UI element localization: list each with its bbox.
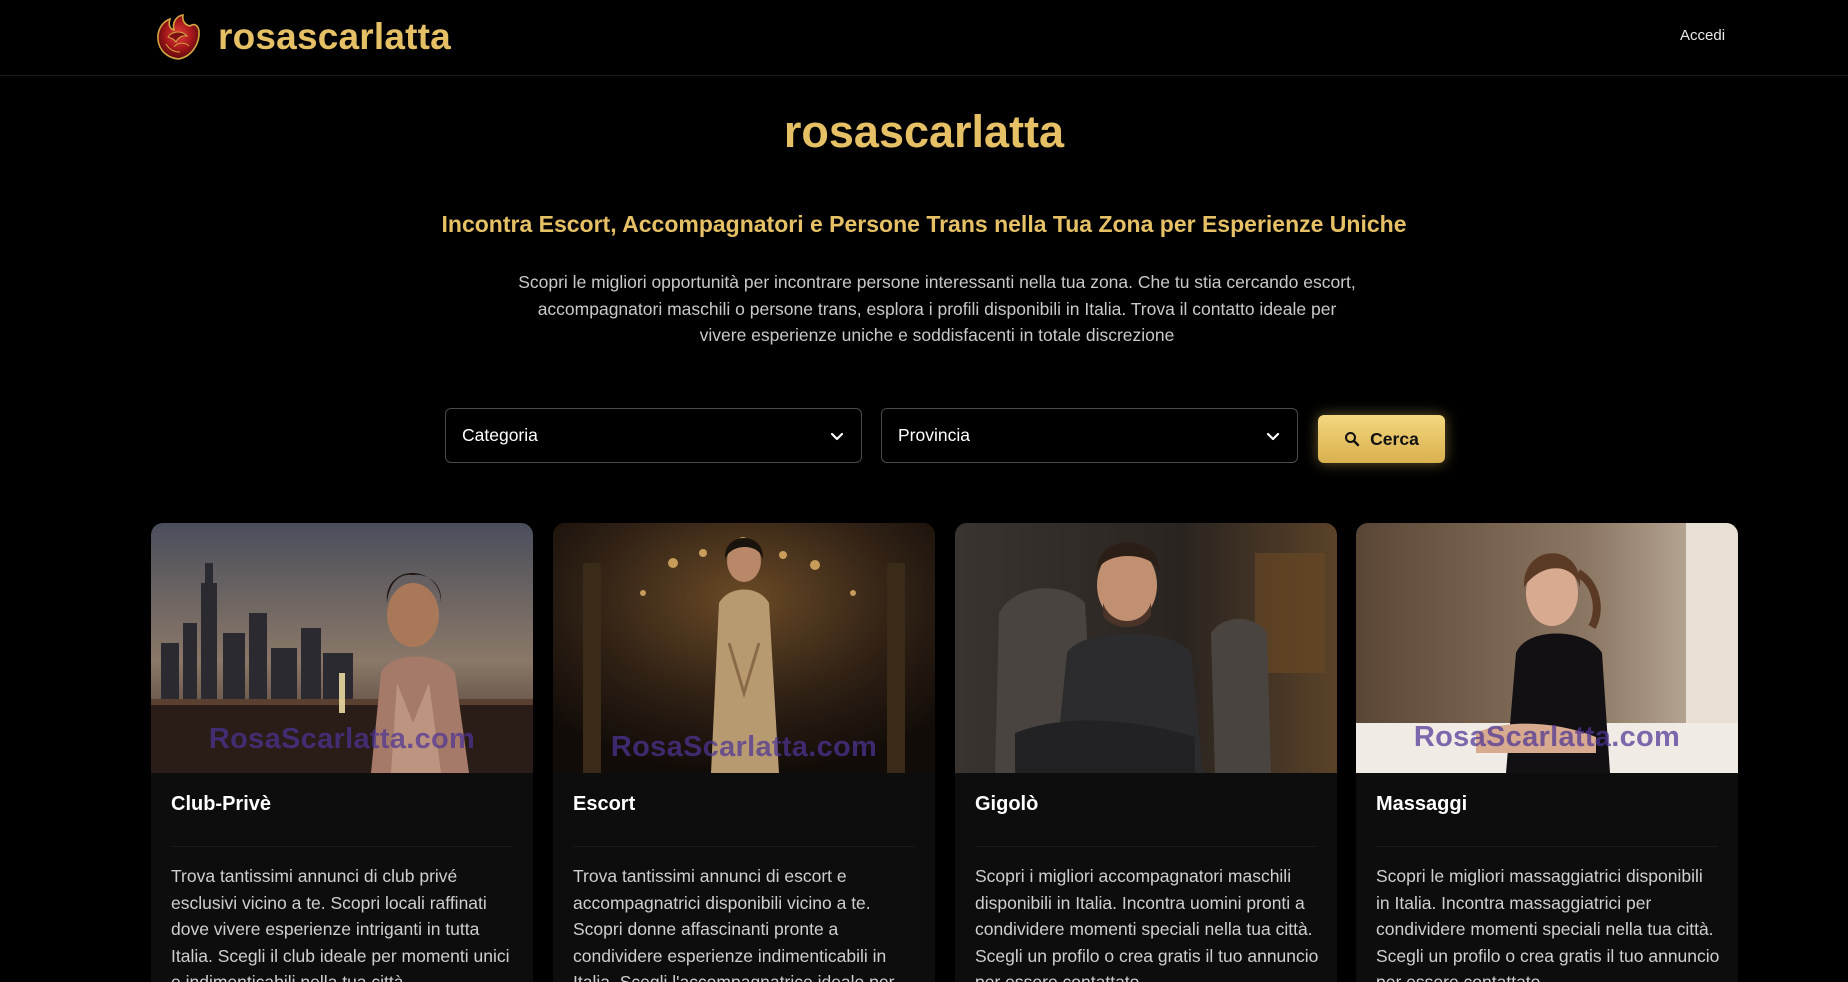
card-image: RosaScarlatta.com (1356, 523, 1738, 773)
rose-icon (157, 14, 200, 60)
card-divider (171, 846, 513, 847)
card-divider (975, 846, 1317, 847)
chevron-down-icon (830, 432, 844, 440)
card-divider (1376, 846, 1718, 847)
category-card-club-prive[interactable]: RosaScarlatta.com Club-Privè Trova tanti… (151, 523, 533, 982)
search-button-label: Cerca (1370, 428, 1419, 449)
card-title: Club-Privè (171, 793, 272, 815)
brand-name: rosascarlatta (218, 16, 451, 57)
category-card-escort[interactable]: RosaScarlatta.com Escort Trova tantissim… (553, 523, 935, 982)
card-watermark: RosaScarlatta.com (208, 723, 476, 755)
card-title: Escort (573, 793, 636, 815)
page-title: rosascarlatta (783, 106, 1065, 157)
category-card-massaggi[interactable]: RosaScarlatta.com Massaggi Scopri le mig… (1356, 523, 1738, 982)
card-watermark: RosaScarlatta.com (1413, 721, 1681, 753)
card-description: Trova tantissimi annunci di club privé e… (171, 866, 510, 982)
category-select-value: Categoria (462, 425, 538, 445)
card-description: Trova tantissimi annunci di escort e acc… (573, 866, 895, 982)
category-select[interactable]: Categoria (445, 408, 862, 463)
card-watermark: RosaScarlatta.com (610, 731, 878, 763)
card-description: Scopri le migliori massaggiatrici dispon… (1376, 866, 1720, 982)
card-divider (573, 846, 915, 847)
search-button[interactable]: Cerca (1318, 415, 1445, 463)
province-select[interactable]: Provincia (881, 408, 1298, 463)
brand-logo-link[interactable]: rosascarlatta (152, 9, 451, 65)
card-image (955, 523, 1337, 773)
hero-subtitle: Incontra Escort, Accompagnatori e Person… (441, 211, 1407, 237)
category-card-gigolo[interactable]: Gigolò Scopri i migliori accompagnatori … (955, 523, 1337, 982)
card-description: Scopri i migliori accompagnatori maschil… (975, 866, 1319, 982)
top-navbar: rosascarlatta Accedi (0, 0, 1848, 76)
card-image: RosaScarlatta.com (151, 523, 533, 773)
login-link[interactable]: Accedi (1680, 27, 1725, 44)
card-title: Massaggi (1376, 793, 1468, 815)
hero-description: Scopri le migliori opportunità per incon… (518, 272, 1356, 345)
card-image: RosaScarlatta.com (553, 523, 935, 773)
card-title: Gigolò (975, 793, 1039, 815)
chevron-down-icon (1266, 432, 1280, 440)
province-select-value: Provincia (898, 425, 970, 445)
search-icon (1345, 432, 1360, 447)
